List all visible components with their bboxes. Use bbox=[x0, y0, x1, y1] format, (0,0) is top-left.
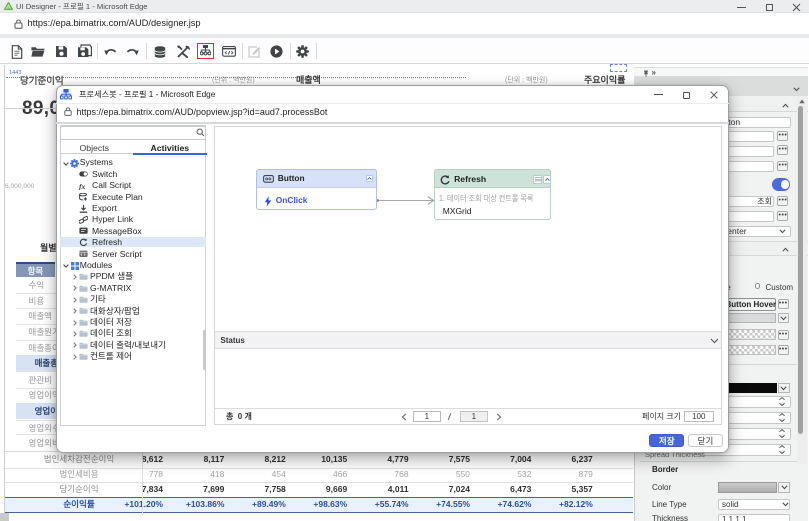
svg-text:fx: fx bbox=[79, 182, 85, 190]
